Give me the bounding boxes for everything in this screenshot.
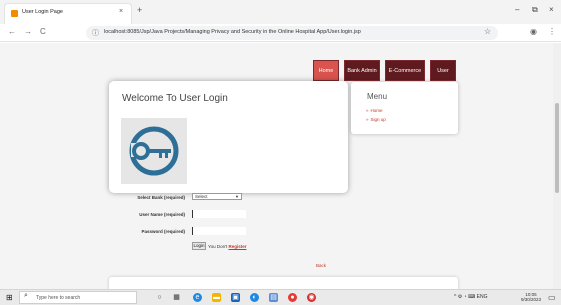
nav-bank-admin-button[interactable]: Bank Admin [344, 60, 380, 81]
store-icon[interactable]: ▣ [231, 293, 240, 302]
back-link[interactable]: Back [316, 263, 326, 268]
select-bank-value: Select [195, 194, 208, 199]
new-tab-button[interactable]: + [137, 5, 142, 15]
key-logo-icon [121, 118, 187, 184]
minimize-button[interactable]: – [515, 5, 519, 14]
page-content: Home Bank Admin E-Commerce User Welcome … [0, 43, 561, 289]
maximize-button[interactable]: ⧉ [532, 5, 538, 15]
media-player-icon[interactable]: ● [288, 293, 297, 302]
tab-title: User Login Page [22, 9, 63, 15]
back-button[interactable]: ← [8, 27, 16, 36]
file-explorer-icon[interactable]: ▬ [212, 293, 221, 302]
select-bank-label: Select Bank (required) [137, 195, 185, 200]
side-link-home-label[interactable]: Home [371, 108, 383, 113]
system-tray[interactable]: ^ ⚙ ◔ ⌨ ENG [454, 294, 487, 300]
windows-taskbar: ⊞ ⌕ Type here to search ○ ▦ e ▬ ▣ ◐ ▤ ● … [0, 289, 561, 305]
app-icon[interactable]: ◐ [250, 293, 259, 302]
username-label: User Name (required) [139, 212, 185, 217]
browser-tab[interactable]: User Login Page × [4, 3, 132, 24]
browser-tab-bar: User Login Page × + – ⧉ × [0, 0, 561, 24]
footer-card [109, 277, 458, 289]
info-icon[interactable]: ⓘ [92, 28, 99, 38]
page-scrollbar[interactable] [553, 43, 561, 289]
scrollbar-thumb[interactable] [555, 103, 559, 193]
login-card: Welcome To User Login [109, 81, 348, 193]
profile-icon[interactable]: ◉ [530, 27, 537, 36]
account-prompt-text: You Don't [208, 244, 228, 249]
menu-icon[interactable]: ⋮ [548, 27, 556, 36]
favicon-icon [11, 10, 18, 17]
nav-user-button[interactable]: User [430, 60, 456, 81]
login-title: Welcome To User Login [122, 93, 228, 104]
username-input[interactable] [192, 210, 246, 218]
tab-close-icon[interactable]: × [119, 8, 123, 15]
clock-date: 9/30/2023 [521, 297, 542, 302]
address-url[interactable]: localhost:8085/Jsp/Java Projects/Managin… [104, 29, 361, 35]
chrome-icon[interactable]: ◉ [307, 293, 316, 302]
windows-start-icon[interactable]: ⊞ [6, 293, 13, 302]
taskbar-search-box[interactable]: ⌕ Type here to search [19, 291, 137, 304]
bookmark-star-icon[interactable]: ☆ [484, 27, 491, 36]
task-view-icon[interactable]: ○ [155, 293, 164, 302]
search-icon: ⌕ [24, 292, 28, 299]
nav-home-button[interactable]: Home [313, 60, 339, 81]
password-label: Password (required) [141, 229, 185, 234]
close-window-button[interactable]: × [549, 5, 554, 14]
address-bar[interactable]: ⓘ localhost:8085/Jsp/Java Projects/Manag… [86, 26, 498, 40]
side-menu-title: Menu [367, 92, 388, 101]
account-prompt: You Don't Register [208, 244, 247, 249]
edge-browser-icon[interactable]: e [193, 293, 202, 302]
side-menu-card: Menu » Home » Sign up [351, 82, 458, 134]
register-link[interactable]: Register [228, 244, 246, 249]
bullet-icon: » [366, 108, 369, 113]
reload-button[interactable]: C [40, 27, 46, 36]
taskbar-search-placeholder: Type here to search [36, 295, 81, 301]
login-button[interactable]: Login [192, 242, 206, 250]
side-link-signup[interactable]: » Sign up [366, 117, 386, 122]
browser-toolbar: ← → C ⓘ localhost:8085/Jsp/Java Projects… [0, 24, 561, 42]
widgets-icon[interactable]: ▦ [172, 293, 181, 302]
notification-icon[interactable]: ▭ [548, 293, 556, 302]
forward-button[interactable]: → [24, 27, 32, 36]
taskbar-clock[interactable]: 10:05 9/30/2023 [521, 292, 541, 302]
photos-icon[interactable]: ▤ [269, 293, 278, 302]
password-input[interactable] [192, 227, 246, 235]
nav-ecommerce-button[interactable]: E-Commerce [385, 60, 425, 81]
bullet-icon: » [366, 117, 369, 122]
side-link-signup-label[interactable]: Sign up [371, 117, 386, 122]
select-bank-dropdown[interactable]: Select ▼ [192, 193, 242, 200]
side-link-home[interactable]: » Home [366, 108, 383, 113]
chevron-down-icon: ▼ [235, 194, 239, 199]
